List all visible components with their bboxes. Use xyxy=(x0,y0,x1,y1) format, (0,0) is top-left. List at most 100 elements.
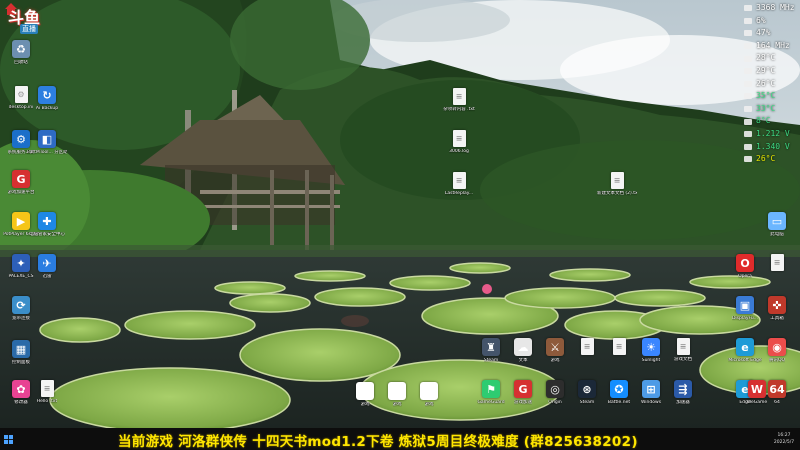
desktop-icon-file-3006[interactable]: ≡ 3006.log xyxy=(442,130,476,154)
desktop-icon-this-pc[interactable]: ▭ 此电脑 xyxy=(760,212,794,237)
file-icon: ≡ xyxy=(580,338,594,355)
taskbar-clock[interactable]: 16:27 2022/5/7 xyxy=(770,432,798,446)
desktop-icon-edge-right[interactable]: e Microsoft Edge xyxy=(728,338,762,363)
desktop-icon-tools-right[interactable]: ✜ 工具箱 xyxy=(760,296,794,321)
desktop-icon-bottom-9[interactable]: G 游戏加速 xyxy=(506,380,540,405)
desktop-icon-bottom-14[interactable]: ⇶ 加速器 xyxy=(666,380,700,405)
desktop-icon-recycle[interactable]: ♻ 回收站 xyxy=(4,40,38,65)
desktop-icon-label: Steam xyxy=(483,358,499,363)
desktop-icon-partmaster[interactable]: ◧ PartMTool... 分区助手 xyxy=(27,130,67,155)
desktop-icon-security[interactable]: ✚ 电脑管家安全中心 xyxy=(29,212,65,237)
desktop-icon-label: PartMTool... 分区助手 xyxy=(27,150,67,155)
potplayer-icon: ▶ xyxy=(12,212,30,230)
file-icon: ≡ xyxy=(676,338,690,355)
monitor-value: 6% xyxy=(756,15,766,25)
desktop-icon-bottom-12[interactable]: ✪ Battle.net xyxy=(602,380,636,405)
controller-icon: ✚ xyxy=(388,382,406,400)
sensor-icon xyxy=(744,17,752,24)
recycle-icon: ♻ xyxy=(12,40,30,58)
sensor-icon xyxy=(744,143,752,150)
controller-icon: ✚ xyxy=(356,382,374,400)
desktop-icon-bottom-20[interactable]: 64 64 xyxy=(760,380,794,405)
desktop-icon-label: 电脑管家安全中心 xyxy=(29,232,65,237)
desktop-icon-label: 游戏加速 xyxy=(514,400,532,405)
desktop-icon-bottom-11[interactable]: ⊛ Steam xyxy=(570,380,604,405)
desktop-icon-control[interactable]: ▦ 控制面板 xyxy=(4,340,38,365)
accelerator-icon: ⇶ xyxy=(674,380,692,398)
tools-icon: ✜ xyxy=(768,296,786,314)
desktop-icon-lastreplay[interactable]: ≡ LastReplay... xyxy=(442,172,476,196)
desktop-icon-bottom-6[interactable]: ☀ Sunlight xyxy=(634,338,668,363)
desktop-icon-label: 控制面板 xyxy=(12,360,30,365)
desktop-icon-bottom-13[interactable]: ⊞ Windows xyxy=(634,380,668,405)
monitor-row: 35°C xyxy=(744,90,800,103)
sensor-icon xyxy=(744,43,752,50)
desktop-icon-qq[interactable]: ◉ 腾讯QQ xyxy=(760,338,794,363)
desktop-icon-opera[interactable]: O Opera xyxy=(728,254,762,279)
desktop-icon-network[interactable]: ⟳ 宽带连接 xyxy=(4,296,38,321)
windows-start-icon[interactable] xyxy=(4,435,13,444)
desktop-icon-dualmon[interactable]: ▣ DisplayFu... xyxy=(728,296,762,321)
desktop-icon-bottom-3[interactable]: ⚔ 游戏 xyxy=(538,338,572,363)
control-panel-icon: ▦ xyxy=(12,340,30,358)
desktop-icon-label: 游戏 xyxy=(360,402,370,407)
desktop-icon-label: 游戏 xyxy=(550,358,560,363)
desktop-icon-label: 游戏 xyxy=(392,402,402,407)
desktop-icon-label: Origin xyxy=(548,400,562,405)
network-icon: ⟳ xyxy=(12,296,30,314)
banner-text: 当前游戏 河洛群侠传 十四天书mod1.2下卷 炼狱5周目终极难度 (群8256… xyxy=(118,434,638,450)
desktop-icon-bottom-7[interactable]: ≡ 游戏文档 xyxy=(666,338,700,362)
desktop-icon-label: 64 xyxy=(774,400,780,405)
desktop-icon-label: GameGuard xyxy=(477,400,505,405)
desktop-icon-bottom-8[interactable]: ⚑ GameGuard xyxy=(474,380,508,405)
desktop-icon-label: 宽带连接 xyxy=(12,316,30,321)
monitor-value: 8°C xyxy=(756,116,771,126)
desktop-icon-txt-1[interactable]: ≡ 杂项转内容 .txt xyxy=(442,88,476,112)
desktop-icon-game-plat[interactable]: G 游戏加速平台 xyxy=(4,170,38,195)
desktop-icon-label: 工具箱 xyxy=(770,316,784,321)
battlenet-icon: ✪ xyxy=(610,380,628,398)
monitor-value: 29°C xyxy=(756,65,776,75)
system-monitor-overlay: 3368 MHz 6% 47% 164 MHz 28°C 29°C 26°C 35°C 33°C… xyxy=(744,2,800,166)
desktop-icon-bottom-4[interactable]: ≡ xyxy=(570,338,604,357)
desktop-icon-bottom-16[interactable]: ✚ 游戏 xyxy=(380,382,414,407)
desktop-icon-bottom-2[interactable]: ☁ 文本 xyxy=(506,338,540,363)
desktop-icon-label: 腾讯QQ xyxy=(768,358,786,363)
monitor-value: 33°C xyxy=(756,103,776,113)
monitor-row: 28°C xyxy=(744,52,800,65)
clock-date: 2022/5/7 xyxy=(773,440,795,445)
desktop-icon-label: DisplayFu... xyxy=(731,316,759,321)
desktop-icon-haibackup[interactable]: ↻ Ai Backup xyxy=(30,86,64,111)
desktop-icon-label: LastReplay... xyxy=(444,191,474,196)
game-icon: ⚑ xyxy=(482,380,500,398)
clock-time: 16:27 xyxy=(777,433,791,438)
monitor-row: 26°C xyxy=(744,78,800,91)
file-icon: ⚙ xyxy=(14,86,28,103)
desktop-icon-feishu[interactable]: ✈ 迅雷 xyxy=(30,254,64,279)
desktop-icon-bottom-5[interactable]: ≡ xyxy=(602,338,636,357)
monitor-value: 1.212 V xyxy=(756,128,790,138)
desktop-icon-label: 文本 xyxy=(518,358,528,363)
file-icon: ≡ xyxy=(452,172,466,189)
qq-icon: ◉ xyxy=(768,338,786,356)
desktop-icon-blank-doc[interactable]: ≡ xyxy=(760,254,794,273)
desktop-icon-bottom-17[interactable]: ✚ 游戏 xyxy=(412,382,446,407)
file-icon: ≡ xyxy=(610,172,624,189)
desktop-icon-label: Sunlight xyxy=(641,358,661,363)
desktop-icon-label: Microsoft Edge xyxy=(728,358,762,363)
shield-icon: ✚ xyxy=(38,212,56,230)
monitor-row: 1.340 V xyxy=(744,141,800,154)
desktop-icon-bottom-15[interactable]: ✚ 游戏 xyxy=(348,382,382,407)
desktop-icon-bottom-10[interactable]: ◎ Origin xyxy=(538,380,572,405)
computer-icon: ▭ xyxy=(768,212,786,230)
edge-icon: e xyxy=(736,338,754,356)
desktop-icon-hello-txt[interactable]: ≡ Hello .txt xyxy=(30,380,64,404)
file-icon: ≡ xyxy=(40,380,54,397)
now-playing-banner: 当前游戏 河洛群侠传 十四天书mod1.2下卷 炼狱5周目终极难度 (群8256… xyxy=(0,428,800,450)
monitor-value: 1.340 V xyxy=(756,141,790,151)
desktop-icon-new-txt[interactable]: ≡ 新建文本文档 (2).txt xyxy=(597,172,637,196)
monitor-row: 47% xyxy=(744,27,800,40)
display-icon: ▣ xyxy=(736,296,754,314)
desktop-icon-bottom-1[interactable]: ♜ Steam xyxy=(474,338,508,363)
palexe-icon: ✦ xyxy=(12,254,30,272)
